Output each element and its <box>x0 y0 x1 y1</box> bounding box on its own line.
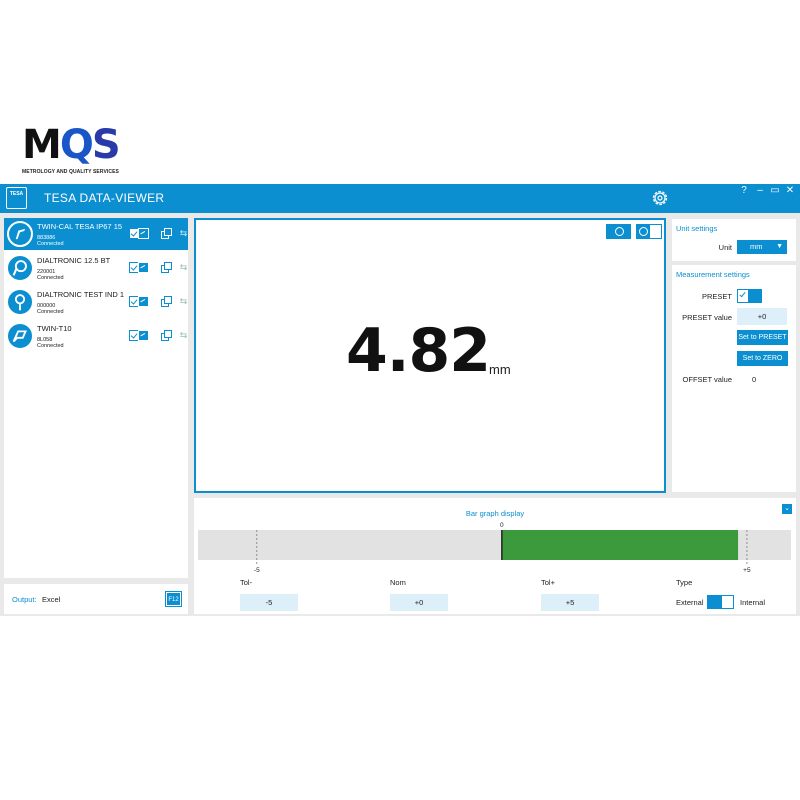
device-item[interactable]: TWIN-T10 8L058 Connected ⇆ <box>4 320 188 352</box>
f12-button[interactable]: F12 <box>165 591 182 607</box>
set-zero-button[interactable]: Set to ZERO <box>737 351 788 366</box>
toggle-knob <box>637 225 650 238</box>
chevron-down-icon: ▼ <box>776 243 783 250</box>
type-external-label: External <box>676 598 704 607</box>
title-bar: TESA TESA DATA-VIEWER ? – ▭ ✕ <box>0 184 800 213</box>
help-button[interactable]: ? <box>737 185 751 196</box>
logo-letter-s: S <box>91 122 121 168</box>
tol-plus-input[interactable]: +5 <box>541 594 599 611</box>
type-label: Type <box>676 578 693 587</box>
device-actions: ⇆ <box>129 296 187 308</box>
tol-minus-label: Tol- <box>240 578 253 587</box>
restore-button[interactable]: ▭ <box>768 185 782 196</box>
measurement-settings-panel: Measurement settings PRESET PRESET value… <box>672 265 796 492</box>
device-list-panel: TWIN-CAL TESA IP67 15 883886 Connected ⇆… <box>4 218 188 609</box>
unit-label: Unit <box>718 243 732 252</box>
trend-icon[interactable] <box>138 228 149 239</box>
swap-icon[interactable]: ⇆ <box>178 296 189 307</box>
trend-icon[interactable] <box>138 330 149 341</box>
type-toggle[interactable] <box>707 595 734 609</box>
tick-label-nom: 0 <box>500 522 504 529</box>
tick-label-max: +5 <box>743 567 751 574</box>
reset-icon <box>639 226 648 236</box>
screen: MQS METROLOGY AND QUALITY SERVICES TESA … <box>0 0 800 800</box>
gear-icon[interactable] <box>650 188 670 208</box>
preset-label: PRESET <box>701 292 732 301</box>
preset-value-input[interactable]: +0 <box>737 308 787 325</box>
copy-icon[interactable] <box>160 228 172 239</box>
tesa-logo: TESA <box>6 187 27 209</box>
check-icon <box>739 290 746 298</box>
device-item[interactable]: DIALTRONIC 12.5 BT 220001 Connected ⇆ <box>4 252 188 284</box>
app-title: TESA DATA-VIEWER <box>44 191 165 205</box>
swap-icon[interactable]: ⇆ <box>178 228 189 239</box>
device-actions: ⇆ <box>129 262 187 274</box>
preset-value-label: PRESET value <box>682 313 732 322</box>
device-name: DIALTRONIC TEST IND 1 <box>37 290 125 299</box>
nom-label: Nom <box>390 578 406 587</box>
logo-letter-m: M <box>22 122 62 168</box>
device-name: DIALTRONIC 12.5 BT <box>37 256 111 265</box>
toggle-knob <box>748 290 761 302</box>
nom-input[interactable]: +0 <box>390 594 448 611</box>
device-name: TWIN-T10 <box>37 324 72 333</box>
mqs-logo-letters: MQS <box>22 125 132 167</box>
caliper-icon <box>7 221 33 247</box>
bar-graph: 0 -5 +5 <box>198 522 791 574</box>
close-button[interactable]: ✕ <box>783 185 797 196</box>
output-bar: Output: Excel F12 <box>4 584 188 614</box>
device-actions: ⇆ <box>129 330 187 342</box>
tesa-logo-text: TESA <box>9 191 24 197</box>
logo-tagline: METROLOGY AND QUALITY SERVICES <box>22 169 119 175</box>
tick-label-min: -5 <box>254 567 260 574</box>
copy-icon[interactable] <box>160 262 172 273</box>
device-status: Connected <box>37 241 64 247</box>
collapse-chevron-icon[interactable]: ⌄ <box>782 504 792 514</box>
logo-letter-q: Q <box>59 122 94 168</box>
measurement-value: 4.82 <box>346 316 491 386</box>
app-window: TESA TESA DATA-VIEWER ? – ▭ ✕ TWIN-CAL T… <box>0 184 800 616</box>
device-status: Connected <box>37 309 64 315</box>
bar-fill <box>501 530 739 560</box>
mqs-logo: MQS METROLOGY AND QUALITY SERVICES <box>22 125 132 181</box>
tol-plus-label: Tol+ <box>541 578 555 587</box>
offset-value: 0 <box>752 375 757 384</box>
measurement-unit: mm <box>489 362 511 377</box>
output-value[interactable]: Excel <box>42 595 60 604</box>
unit-settings-title: Unit settings <box>676 224 718 233</box>
preset-toggle[interactable] <box>737 289 762 303</box>
bar-graph-panel: Bar graph display ⌄ 0 -5 +5 Tol- Nom Tol… <box>194 498 796 614</box>
swap-icon[interactable]: ⇆ <box>178 330 189 341</box>
unit-select-value: mm <box>750 242 763 251</box>
device-item[interactable]: TWIN-CAL TESA IP67 15 883886 Connected ⇆ <box>4 218 188 250</box>
output-label: Output: <box>12 595 37 604</box>
copy-icon[interactable] <box>160 330 172 341</box>
type-internal-label: Internal <box>740 598 766 607</box>
device-status: Connected <box>37 343 64 349</box>
device-actions: ⇆ <box>129 228 187 240</box>
unit-select[interactable]: mm ▼ <box>737 240 787 254</box>
probe-icon <box>7 323 33 349</box>
minimize-button[interactable]: – <box>753 185 767 196</box>
copy-icon[interactable] <box>160 296 172 307</box>
device-status: Connected <box>37 275 64 281</box>
measurement-settings-title: Measurement settings <box>676 270 750 279</box>
toggle-knob <box>708 596 722 608</box>
trend-icon[interactable] <box>138 296 149 307</box>
measurement-display: 4.82 mm <box>194 218 666 493</box>
offset-label: OFFSET value <box>682 375 732 384</box>
test-indicator-icon <box>7 289 33 315</box>
hold-icon <box>615 227 624 236</box>
dial-indicator-icon <box>7 255 33 281</box>
set-preset-button[interactable]: Set to PRESET <box>737 330 788 345</box>
tol-minus-input[interactable]: -5 <box>240 594 298 611</box>
device-item[interactable]: DIALTRONIC TEST IND 1 000000 Connected ⇆ <box>4 286 188 318</box>
swap-icon[interactable]: ⇆ <box>178 262 189 273</box>
trend-icon[interactable] <box>138 262 149 273</box>
unit-settings-panel: Unit settings Unit mm ▼ <box>672 219 796 261</box>
device-name: TWIN-CAL TESA IP67 15 <box>37 222 123 231</box>
display-mode-toggle[interactable] <box>636 224 662 239</box>
hold-button[interactable] <box>606 224 631 239</box>
